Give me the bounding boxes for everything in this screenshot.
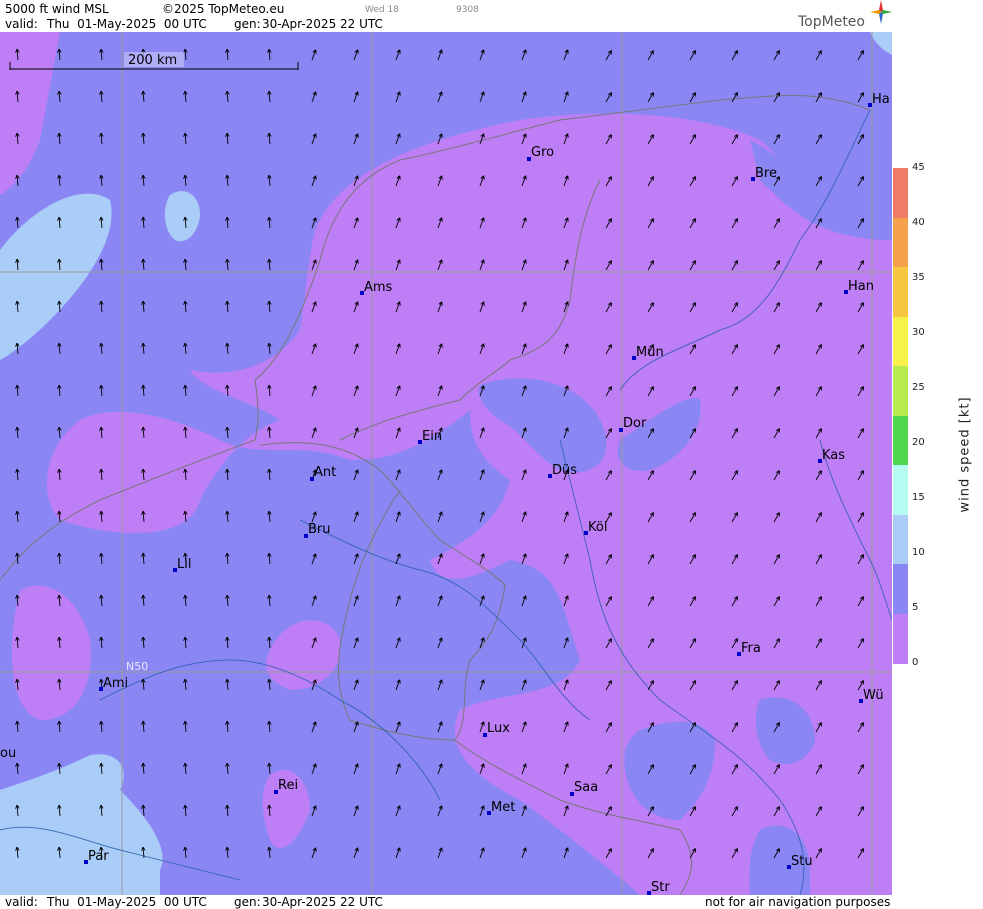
legend-title: wind speed [kt]	[957, 396, 973, 513]
legend-band	[893, 613, 908, 664]
faint-code-text: 9308	[456, 5, 479, 15]
legend-tick: 40	[912, 217, 925, 228]
footer-valid-time: Thu 01-May-2025 00 UTC	[47, 895, 207, 909]
svg-text:Par: Par	[88, 849, 109, 864]
city-marker: Rei	[274, 778, 298, 794]
city-marker: Dor	[619, 416, 647, 432]
city-marker: Han	[844, 279, 874, 294]
legend-band	[893, 168, 908, 218]
legend-band	[893, 514, 908, 565]
svg-text:Dor: Dor	[623, 416, 647, 431]
lat-label: N50	[126, 660, 148, 673]
legend-tick: 15	[912, 492, 925, 503]
city-marker: Bru	[304, 522, 331, 538]
city-marker: Ein	[418, 429, 442, 444]
city-marker: Köl	[584, 520, 607, 535]
city-marker: Met	[487, 800, 515, 815]
topmeteo-logo[interactable]: TopMeteo	[798, 0, 892, 30]
legend-band	[893, 267, 908, 317]
product-title: 5000 ft wind MSL	[5, 2, 109, 16]
logo-text: TopMeteo	[798, 14, 865, 30]
svg-text:Wü: Wü	[863, 688, 884, 703]
legend-band	[893, 415, 908, 466]
compass-icon	[870, 0, 892, 24]
legend-tick: 0	[912, 657, 919, 668]
gen-time: 30-Apr-2025 22 UTC	[262, 17, 383, 31]
city-marker: Ams	[360, 280, 393, 295]
svg-text:Bru: Bru	[308, 522, 331, 537]
city-marker: Düs	[548, 463, 577, 478]
svg-text:Han: Han	[848, 279, 874, 294]
city-marker: Fra	[737, 641, 761, 656]
legend-band	[893, 316, 908, 367]
legend-band	[893, 366, 908, 416]
city-marker: Str	[647, 880, 670, 895]
svg-text:Gro: Gro	[531, 145, 554, 160]
svg-text:Bre: Bre	[755, 166, 777, 181]
legend-tick: 35	[912, 272, 925, 283]
city-marker: ou	[0, 746, 16, 761]
valid-label: valid:	[5, 17, 38, 31]
svg-text:Saa: Saa	[574, 780, 598, 795]
wind-speed-legend	[893, 168, 908, 664]
svg-text:Köl: Köl	[588, 520, 607, 535]
legend-tick: 25	[912, 382, 925, 393]
svg-text:Fra: Fra	[741, 641, 761, 656]
svg-text:ou: ou	[0, 746, 16, 761]
disclaimer: not for air navigation purposes	[705, 895, 891, 909]
svg-text:Ein: Ein	[422, 429, 442, 444]
city-marker: Mün	[632, 345, 664, 360]
svg-text:Ha: Ha	[872, 92, 890, 107]
svg-text:Str: Str	[651, 880, 670, 895]
svg-text:Kas: Kas	[822, 448, 845, 463]
legend-tick: 20	[912, 437, 925, 448]
footer-gen-time: 30-Apr-2025 22 UTC	[262, 895, 383, 909]
footer-gen-label: gen:	[234, 895, 261, 909]
city-marker: Par	[84, 849, 109, 864]
footer-valid-label: valid:	[5, 895, 38, 909]
copyright-text: ©2025 TopMeteo.eu	[162, 2, 285, 16]
city-marker: Gro	[527, 145, 554, 161]
legend-band	[893, 564, 908, 614]
svg-text:Met: Met	[491, 800, 515, 815]
city-marker: Saa	[570, 780, 598, 796]
svg-text:Lil: Lil	[177, 557, 191, 572]
city-marker: Wü	[859, 688, 884, 703]
svg-text:Ams: Ams	[364, 280, 393, 295]
city-marker: Kas	[818, 448, 845, 463]
svg-text:Ami: Ami	[103, 676, 128, 691]
svg-text:Lux: Lux	[487, 721, 510, 736]
svg-text:Düs: Düs	[552, 463, 577, 478]
svg-text:Mün: Mün	[636, 345, 664, 360]
legend-tick: 5	[912, 602, 919, 613]
svg-text:Stu: Stu	[791, 854, 813, 869]
svg-text:Rei: Rei	[278, 778, 298, 793]
legend-tick: 30	[912, 327, 925, 338]
city-marker: Ami	[99, 676, 128, 691]
wind-map-canvas[interactable]: 200 km N50 Gro Bre Ha Ams Han Mün Dor Ei…	[0, 32, 892, 895]
wind-map[interactable]: 200 km N50 Gro Bre Ha Ams Han Mün Dor Ei…	[0, 32, 892, 895]
legend-band	[893, 465, 908, 515]
svg-text:Ant: Ant	[314, 465, 336, 480]
city-marker: Bre	[751, 166, 777, 181]
scale-label: 200 km	[128, 53, 177, 68]
faint-day-text: Wed 18	[365, 5, 399, 15]
legend-tick: 10	[912, 547, 925, 558]
legend-band	[893, 217, 908, 268]
valid-time: Thu 01-May-2025 00 UTC	[47, 17, 207, 31]
city-marker: Lux	[483, 721, 510, 737]
city-marker: Ant	[310, 465, 336, 481]
gen-label: gen:	[234, 17, 261, 31]
legend-tick: 45	[912, 162, 925, 173]
city-marker: Stu	[787, 854, 813, 869]
city-marker: Ha	[868, 92, 890, 107]
